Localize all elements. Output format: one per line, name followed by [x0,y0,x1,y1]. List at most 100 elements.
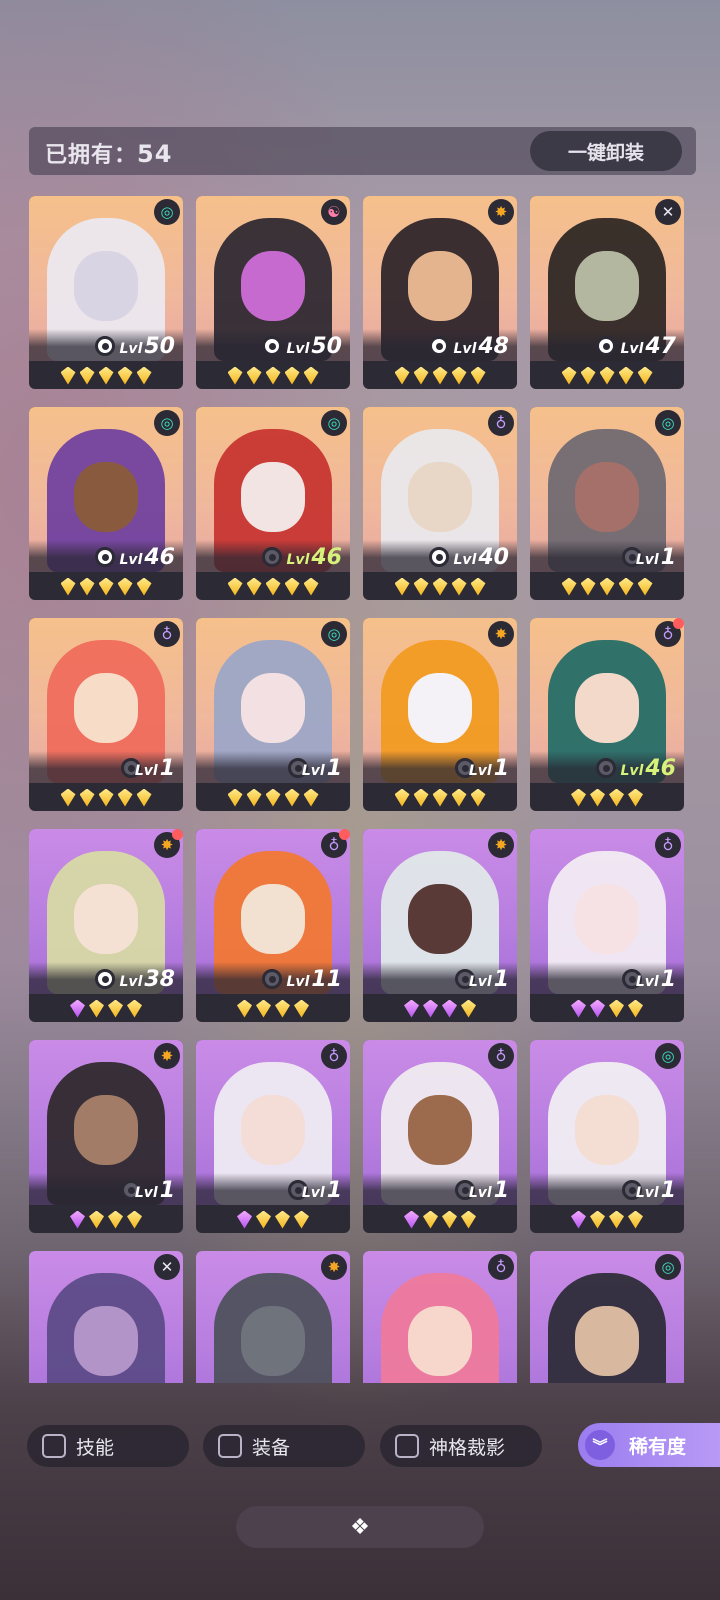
gold-gem-icon [451,366,467,385]
skill-icon [262,336,282,356]
gold-gem-icon [227,577,243,596]
owned-header: 已拥有：54 一键卸装 [29,127,696,175]
bottom-menu-button[interactable]: ❖ [236,1506,484,1548]
rarity-gems [196,1206,350,1233]
hero-level: Lvl 46 [621,756,676,781]
hero-card[interactable]: ◎ Lvl 46 [196,407,350,600]
hero-card[interactable]: ◎ Lvl 1 [530,1040,684,1233]
level-number: 1 [159,756,175,781]
rarity-sort-button[interactable]: ︾ 稀有度 [578,1423,720,1467]
hero-card[interactable]: ✸ [196,1251,350,1383]
faction-icon: ◎ [655,1043,681,1069]
hero-level: Lvl 1 [636,1178,676,1203]
level-prefix: Lvl [468,974,492,990]
divine-filter[interactable]: 神格裁影 [380,1425,542,1467]
gold-gem-icon [117,788,133,807]
hero-face [74,1306,138,1376]
gold-gem-icon [432,577,448,596]
gold-gem-icon [284,366,300,385]
hero-face [575,1306,639,1376]
hero-card[interactable]: ◎ Lvl 1 [530,407,684,600]
gold-gem-icon [461,999,476,1018]
level-number: 47 [645,334,676,359]
divine-checkbox[interactable] [395,1434,419,1458]
purple-gem-icon [237,1210,252,1229]
level-prefix: Lvl [134,763,158,779]
level-number: 40 [478,545,509,570]
gold-gem-icon [303,366,319,385]
hero-card[interactable]: ♁ Lvl 11 [196,829,350,1022]
hero-card[interactable]: ✕ Lvl 47 [530,196,684,389]
equip-checkbox[interactable] [218,1434,242,1458]
hero-level: Lvl 1 [636,545,676,570]
gold-gem-icon [284,788,300,807]
hero-card[interactable]: ✸ Lvl 1 [29,1040,183,1233]
hero-face [408,251,472,321]
rarity-gems [29,1206,183,1233]
hero-card[interactable]: ♁ Lvl 1 [530,829,684,1022]
unequip-all-button[interactable]: 一键卸装 [530,131,682,171]
faction-icon: ◎ [655,410,681,436]
level-prefix: Lvl [468,1185,492,1201]
gold-gem-icon [246,577,262,596]
gold-gem-icon [470,788,486,807]
hero-card[interactable]: ✕ [29,1251,183,1383]
rarity-gems [363,784,517,811]
faction-icon: ☯ [321,199,347,225]
rarity-gems [363,1206,517,1233]
hero-card[interactable]: ◎ Lvl 50 [29,196,183,389]
rarity-gems [196,362,350,389]
faction-icon: ✸ [488,621,514,647]
hero-card[interactable]: ✸ Lvl 1 [363,618,517,811]
hero-face [408,673,472,743]
hero-face [74,673,138,743]
hero-card[interactable]: ♁ Lvl 1 [196,1040,350,1233]
skill-icon [429,547,449,567]
level-number: 1 [660,545,676,570]
notification-dot [172,829,183,840]
gold-gem-icon [246,366,262,385]
rarity-gems [530,362,684,389]
hero-card[interactable]: ✸ Lvl 1 [363,829,517,1022]
hero-face [408,884,472,954]
hero-card[interactable]: ✸ Lvl 48 [363,196,517,389]
gold-gem-icon [127,1210,142,1229]
gold-gem-icon [265,366,281,385]
hero-card[interactable]: ♁ Lvl 1 [363,1040,517,1233]
hero-card[interactable]: ♁ Lvl 46 [530,618,684,811]
purple-gem-icon [442,999,457,1018]
hero-card[interactable]: ◎ [530,1251,684,1383]
skill-filter[interactable]: 技能 [27,1425,189,1467]
divine-filter-label: 神格裁影 [429,1436,506,1459]
hero-card[interactable]: ◎ Lvl 46 [29,407,183,600]
notification-dot [339,829,350,840]
chevrons-down-icon: ︾ [585,1430,615,1460]
level-number: 11 [311,967,342,992]
faction-icon: ♁ [488,1254,514,1280]
hero-card[interactable]: ◎ Lvl 1 [196,618,350,811]
gold-gem-icon [60,788,76,807]
gold-gem-icon [136,788,152,807]
faction-icon: ♁ [321,1043,347,1069]
rarity-gems [363,362,517,389]
skill-checkbox[interactable] [42,1434,66,1458]
skill-filter-label: 技能 [76,1436,115,1459]
faction-icon: ◎ [655,1254,681,1280]
gold-gem-icon [451,577,467,596]
gold-gem-icon [637,577,653,596]
hero-card[interactable]: ♁ Lvl 40 [363,407,517,600]
hero-face [575,673,639,743]
rarity-gems [196,995,350,1022]
gold-gem-icon [79,788,95,807]
gold-gem-icon [432,788,448,807]
hero-card[interactable]: ♁ [363,1251,517,1383]
hero-card[interactable]: ☯ Lvl 50 [196,196,350,389]
hero-card[interactable]: ✸ Lvl 38 [29,829,183,1022]
faction-icon: ♁ [488,410,514,436]
faction-icon: ◎ [154,410,180,436]
gold-gem-icon [628,788,643,807]
equip-filter[interactable]: 装备 [203,1425,365,1467]
level-prefix: Lvl [468,763,492,779]
hero-card[interactable]: ♁ Lvl 1 [29,618,183,811]
purple-gem-icon [404,1210,419,1229]
